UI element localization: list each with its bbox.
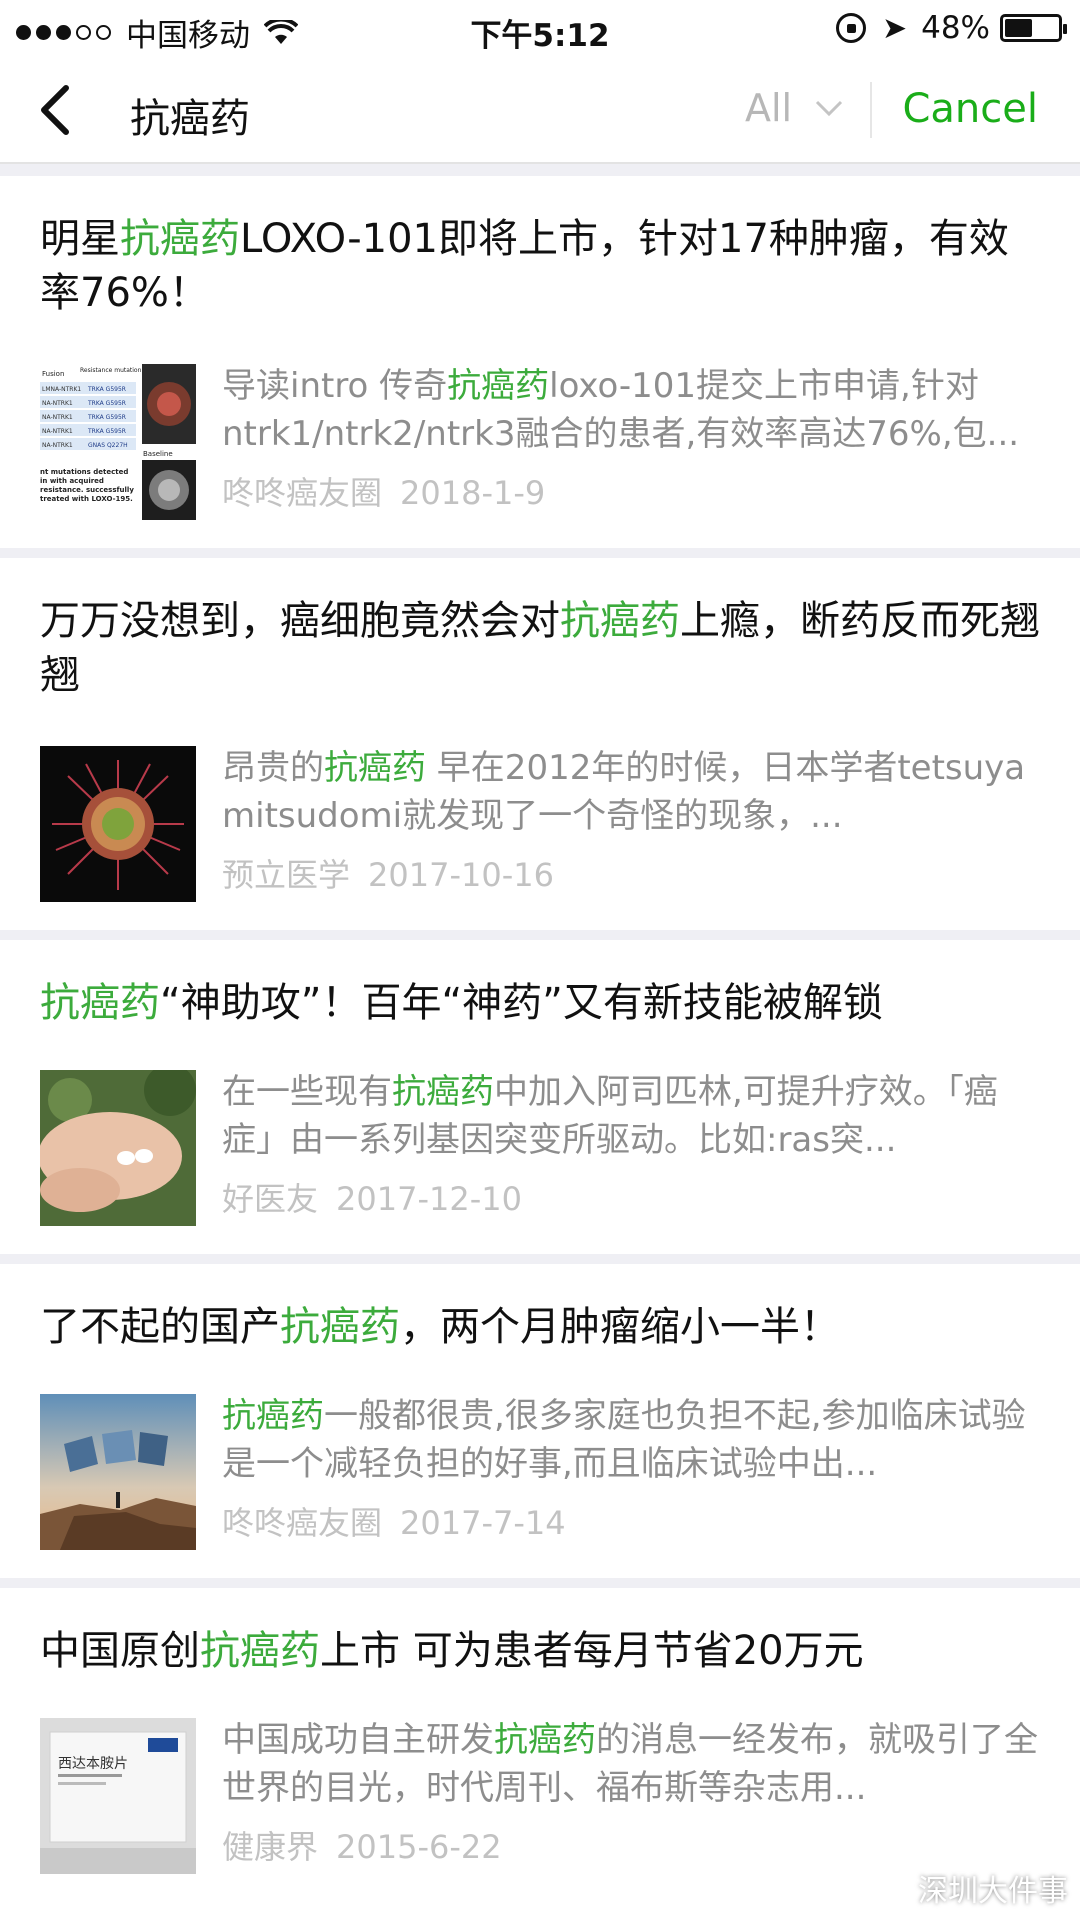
thumb-note: nt mutations detected in with acquired r… (40, 468, 134, 503)
research-table-image: Fusion Resistance mutation LMNA-NTRK1 TR… (40, 364, 196, 520)
location-arrow-icon: ➤ (881, 10, 908, 46)
cancer-cell-image (40, 746, 196, 902)
result-snippet: 导读intro 传奇抗癌药loxo-101提交上市申请,针对ntrk1/ntrk… (222, 366, 1020, 454)
cancel-button[interactable]: Cancel (902, 86, 1038, 132)
result-card[interactable]: 了不起的国产抗癌药，两个月肿瘤缩小一半！ 抗癌药一般都很贵,很多家庭也负担不起,… (0, 1264, 1080, 1578)
thumb-label: Baseline (143, 450, 173, 458)
thumb-row-5-b: GNAS Q227H (88, 442, 128, 449)
thumb-row-3-b: TRKA G595R (87, 414, 126, 421)
chevron-down-icon (816, 100, 843, 117)
result-meta: 好医友 2017-12-10 (222, 1174, 522, 1220)
result-meta: 咚咚癌友圈 2017-7-14 (222, 1498, 566, 1544)
thumb-col2: Resistance mutation (80, 367, 142, 374)
battery-icon (1000, 14, 1067, 42)
thumb-row-3-a: NA-NTRK1 (42, 414, 73, 421)
status-bar: 中国移动 下午5:12 ➤ 48% (0, 0, 1080, 56)
result-source: 健康界 (222, 1828, 319, 1866)
watermark: 深圳大件事 (870, 1866, 1068, 1910)
wechat-icon (870, 1872, 910, 1903)
result-source: 咚咚癌友圈 (222, 1504, 383, 1542)
result-meta: 咚咚癌友圈 2018-1-9 (222, 468, 545, 514)
search-query[interactable]: 抗癌药 (130, 86, 250, 144)
search-nav-bar: 抗癌药 All Cancel (0, 56, 1080, 164)
battery-fill (1005, 19, 1032, 37)
result-snippet: 昂贵的抗癌药 早在2012年的时候，日本学者tetsuya mitsudomi就… (222, 748, 1026, 836)
watermark-text: 深圳大件事 (918, 1874, 1068, 1909)
status-right: ➤ 48% (835, 10, 1067, 46)
back-chevron-icon[interactable] (32, 80, 80, 140)
thumb-row-4-a: NA-NTRK1 (42, 428, 73, 435)
result-snippet: 中国成功自主研发抗癌药的消息一经发布，就吸引了全世界的目光，时代周刊、福布斯等杂… (222, 1720, 1038, 1808)
result-date: 2017-10-16 (368, 856, 554, 894)
thumb-row-1-a: LMNA-NTRK1 (42, 386, 81, 393)
result-thumbnail: 西达本胺片 (40, 1718, 196, 1874)
thumb-row-2-a: NA-NTRK1 (42, 400, 73, 407)
result-thumbnail (40, 746, 196, 902)
result-date: 2017-12-10 (336, 1180, 522, 1218)
result-title: 万万没想到，癌细胞竟然会对抗癌药上瘾，断药反而死翘翘 (40, 598, 1040, 698)
result-thumbnail: Fusion Resistance mutation LMNA-NTRK1 TR… (40, 364, 196, 520)
result-card[interactable]: 万万没想到，癌细胞竟然会对抗癌药上瘾，断药反而死翘翘 昂贵的抗癌药 早在2012… (0, 558, 1080, 930)
result-title: 抗癌药“神助攻”！百年“神药”又有新技能被解锁 (40, 980, 883, 1026)
filter-label: All (745, 86, 793, 130)
thumb-row-5-a: NA-NTRK1 (42, 442, 73, 449)
result-thumbnail (40, 1394, 196, 1550)
filter-dropdown[interactable]: All (745, 86, 844, 130)
nav-divider (870, 82, 872, 138)
thumb-row-2-b: TRKA G595R (87, 400, 126, 407)
pills-in-hand-image (40, 1070, 196, 1226)
result-source: 预立医学 (222, 856, 351, 894)
orientation-lock-icon (835, 13, 866, 43)
battery-percent: 48% (921, 10, 990, 46)
result-date: 2018-1-9 (400, 474, 546, 512)
result-title: 了不起的国产抗癌药，两个月肿瘤缩小一半！ (40, 1304, 840, 1350)
result-date: 2015-6-22 (336, 1828, 502, 1866)
result-card[interactable]: 抗癌药“神助攻”！百年“神药”又有新技能被解锁 在一些现有抗癌药中加入阿司匹林,… (0, 940, 1080, 1254)
result-title: 中国原创抗癌药上市 可为患者每月节省20万元 (40, 1628, 864, 1674)
medicine-box-label: 西达本胺片 (58, 1756, 128, 1772)
medicine-box-image: 西达本胺片 (40, 1718, 196, 1874)
result-source: 咚咚癌友圈 (222, 474, 383, 512)
result-card[interactable]: 明星抗癌药LOXO-101即将上市，针对17种肿瘤，有效率76%！ Fusion… (0, 176, 1080, 548)
result-source: 好医友 (222, 1180, 319, 1218)
result-title: 明星抗癌药LOXO-101即将上市，针对17种肿瘤，有效率76%！ (40, 216, 1009, 316)
mountain-sky-image (40, 1394, 196, 1550)
result-snippet: 抗癌药一般都很贵,很多家庭也负担不起,参加临床试验是一个减轻负担的好事,而且临床… (222, 1396, 1026, 1484)
result-thumbnail (40, 1070, 196, 1226)
result-meta: 健康界 2015-6-22 (222, 1822, 502, 1868)
result-date: 2017-7-14 (400, 1504, 566, 1542)
result-snippet: 在一些现有抗癌药中加入阿司匹林,可提升疗效。「癌症」由一系列基因突变所驱动。比如… (222, 1072, 998, 1160)
result-meta: 预立医学 2017-10-16 (222, 850, 554, 896)
thumb-row-1-b: TRKA G595R (87, 386, 126, 393)
thumb-row-4-b: TRKA G595R (87, 428, 126, 435)
thumb-col1: Fusion (42, 370, 64, 378)
